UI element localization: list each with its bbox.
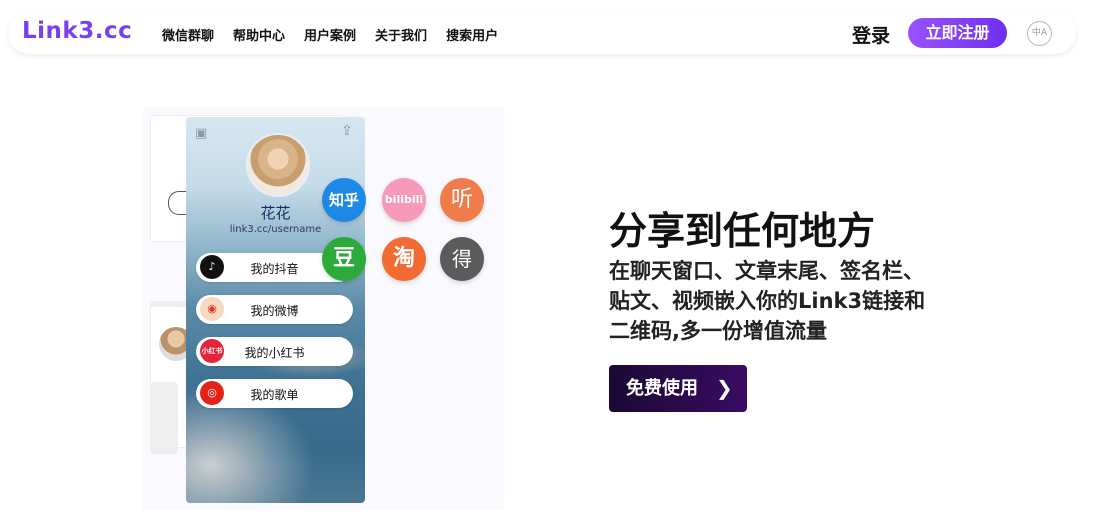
qr-grid-icon: ▣ xyxy=(195,126,208,141)
bilibili-icon: bilibili xyxy=(382,178,426,222)
login-link[interactable]: 登录 xyxy=(852,21,890,48)
free-use-button[interactable]: 免费使用 ❯ xyxy=(609,365,747,412)
taobao-icon: 淘 xyxy=(382,237,426,281)
main-nav: 微信群聊 帮助中心 用户案例 关于我们 搜索用户 xyxy=(162,25,498,44)
phone-mockup: ▣ ⇪ 花花 link3.cc/username ♪ 我的抖音 ◉ 我的微博 小… xyxy=(186,117,365,503)
douban-icon: 豆 xyxy=(322,237,366,281)
background-card xyxy=(150,382,178,454)
ting-icon: 听 xyxy=(440,178,484,222)
link-button-weibo: ◉ 我的微博 xyxy=(196,295,353,324)
hero-headline: 分享到任何地方 xyxy=(609,209,876,253)
link-button-xiaohongshu: 小红书 我的小红书 xyxy=(196,337,353,366)
free-use-label: 免费使用 xyxy=(626,378,698,399)
nav-item-user-cases[interactable]: 用户案例 xyxy=(304,25,356,44)
nav-item-search-users[interactable]: 搜索用户 xyxy=(446,25,498,44)
hero-description: 在聊天窗口、文章末尾、签名栏、贴文、视频嵌入你的Link3链接和二维码,多一份增… xyxy=(609,259,926,343)
register-button[interactable]: 立即注册 xyxy=(908,18,1007,48)
chevron-right-icon: ❯ xyxy=(716,376,733,400)
dedao-icon: 得 xyxy=(440,237,484,281)
nav-item-help-center[interactable]: 帮助中心 xyxy=(233,25,285,44)
profile-url: link3.cc/username xyxy=(229,224,322,235)
translate-icon[interactable]: 中A xyxy=(1027,21,1052,46)
logo[interactable]: Link3.cc xyxy=(22,18,132,44)
share-icon: ⇪ xyxy=(341,123,353,139)
link-button-music: ◎ 我的歌单 xyxy=(196,379,353,408)
navbar: Link3.cc 微信群聊 帮助中心 用户案例 关于我们 搜索用户 登录 立即注… xyxy=(8,11,1076,54)
nav-item-about-us[interactable]: 关于我们 xyxy=(375,25,427,44)
hero-illustration: ▣ ⇪ 花花 link3.cc/username ♪ 我的抖音 ◉ 我的微博 小… xyxy=(143,107,504,510)
profile-avatar xyxy=(246,133,310,197)
zhihu-icon: 知乎 xyxy=(322,178,366,222)
nav-item-wechat-group[interactable]: 微信群聊 xyxy=(162,25,214,44)
